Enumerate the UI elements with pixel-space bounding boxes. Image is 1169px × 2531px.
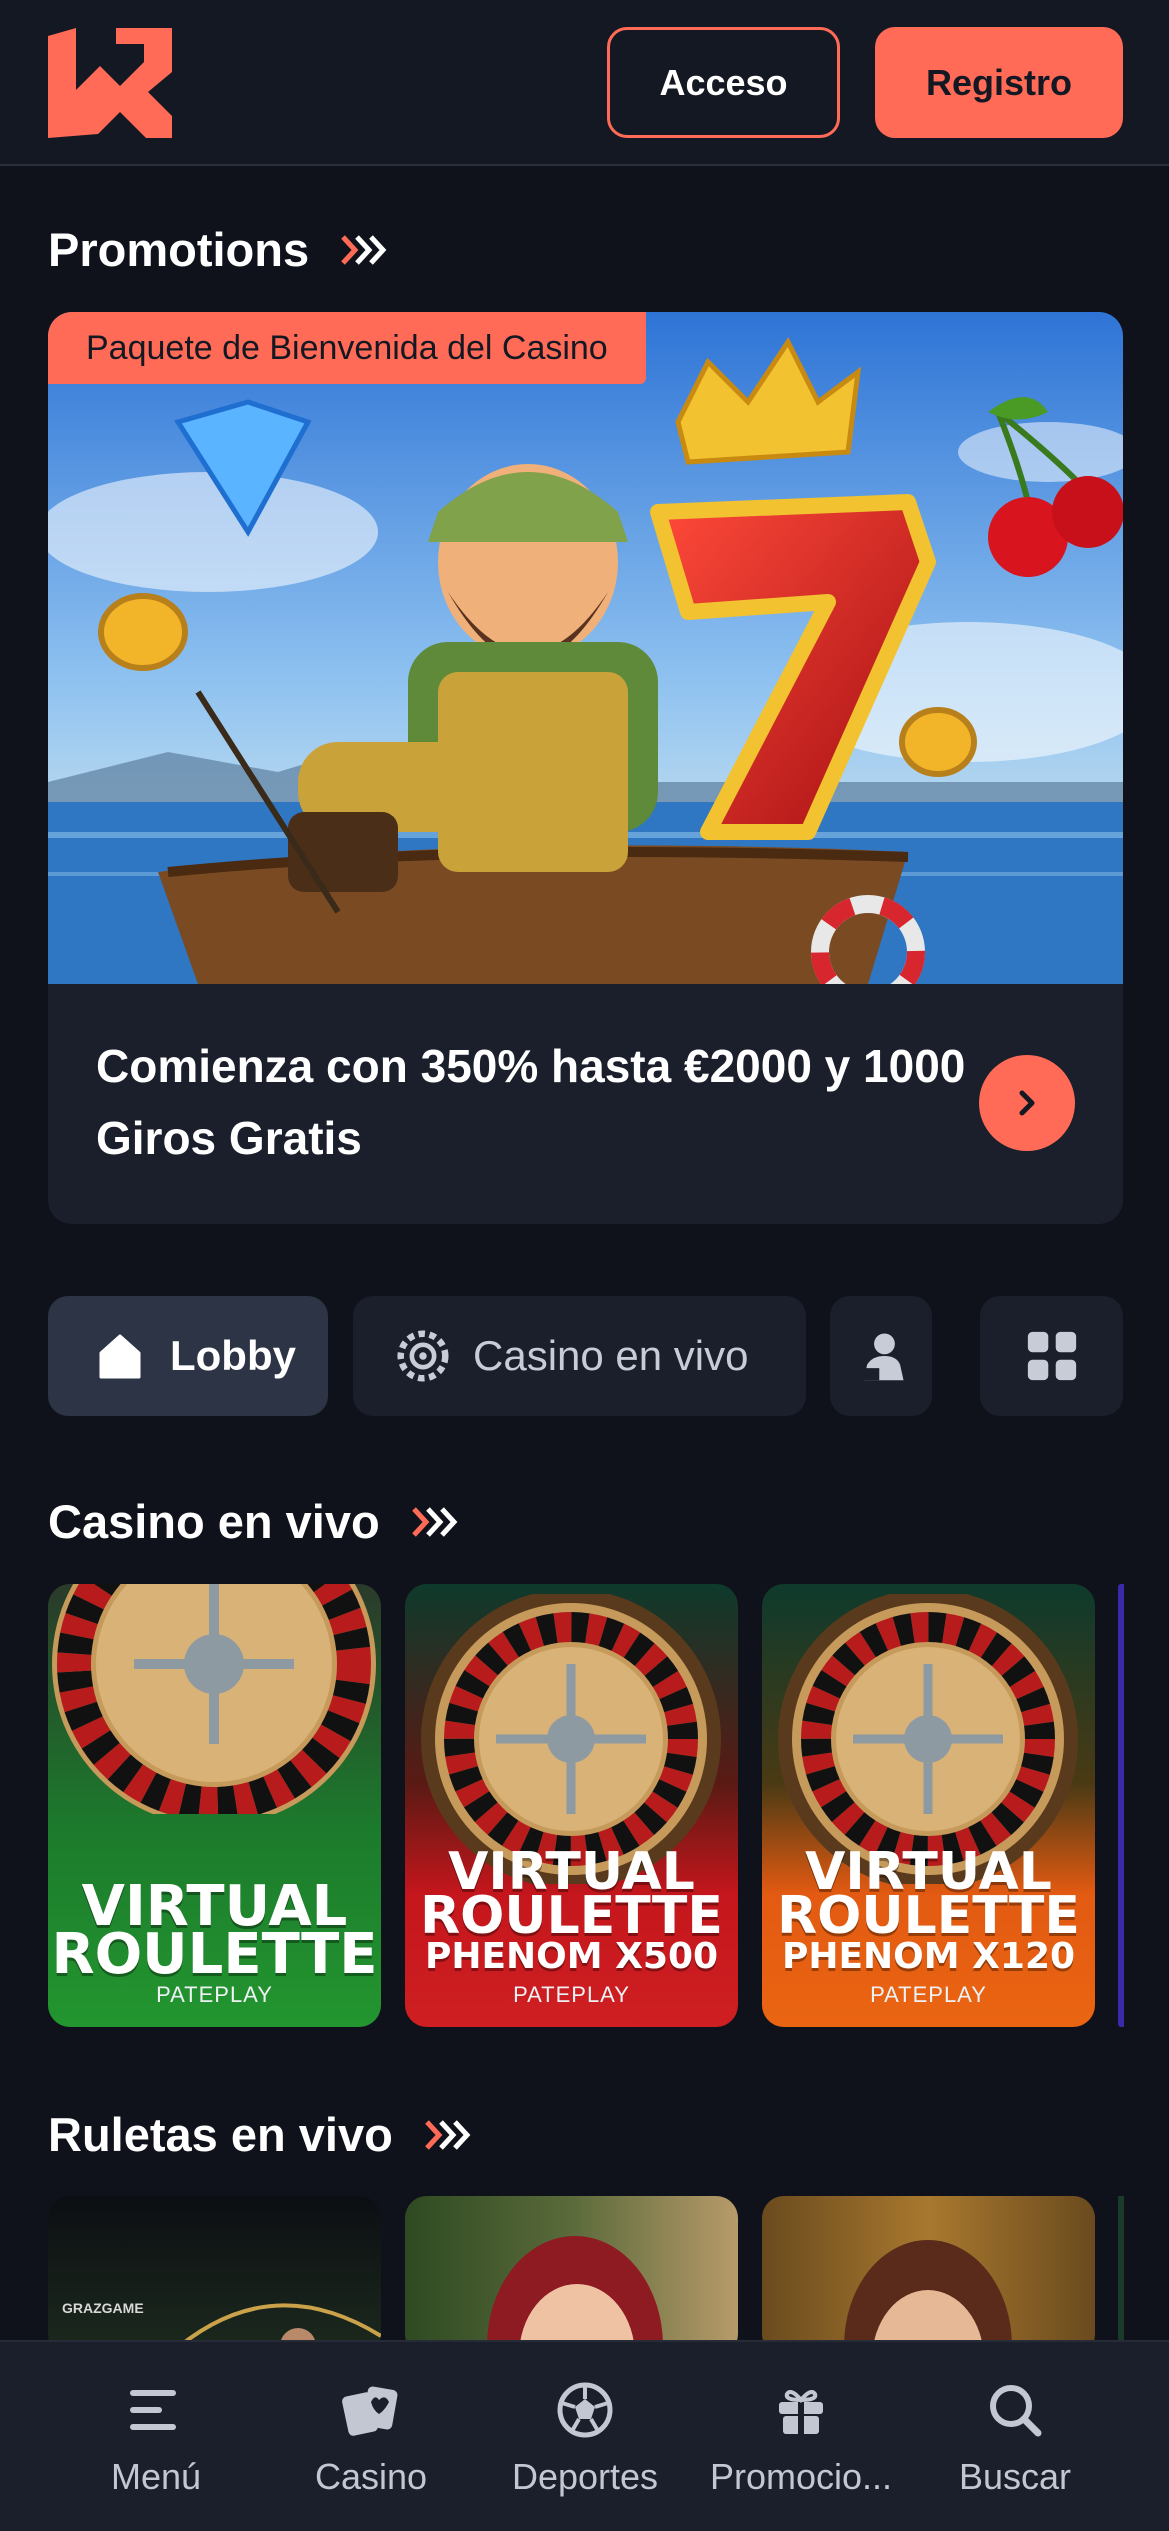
tab-all-categories[interactable]	[980, 1296, 1123, 1416]
dealer-photo	[487, 2236, 663, 2356]
tab-live-casino[interactable]: Casino en vivo	[353, 1296, 806, 1416]
game-title-line: PHENOM X120	[781, 1936, 1076, 1977]
live-casino-heading[interactable]: Casino en vivo	[48, 1494, 460, 1549]
game-title-line: PHENOM X500	[424, 1936, 719, 1977]
tab-lobby[interactable]: Lobby	[48, 1296, 328, 1416]
roulette-wheel-icon	[397, 1330, 449, 1382]
live-game-card-partial[interactable]	[1118, 2196, 1124, 2356]
dealer-table-image	[166, 2303, 381, 2356]
nav-sports[interactable]: Deportes	[477, 2342, 693, 2531]
nav-label: Casino	[314, 2456, 428, 2497]
roulette-wheel-image	[421, 1594, 721, 1884]
dealer-photo	[844, 2240, 1012, 2356]
gift-icon	[769, 2378, 833, 2442]
promotions-heading[interactable]: Promotions	[48, 222, 389, 277]
register-button[interactable]: Registro	[875, 27, 1123, 138]
live-game-card[interactable]	[405, 2196, 738, 2356]
tab-label: Lobby	[170, 1332, 296, 1379]
nav-casino[interactable]: Casino	[263, 2342, 479, 2531]
chevrons-right-icon	[339, 233, 389, 267]
menu-icon	[124, 2378, 188, 2442]
chevrons-right-icon	[423, 2118, 473, 2152]
nav-promotions[interactable]: Promocio...	[693, 2342, 909, 2531]
promotions-title: Promotions	[48, 223, 310, 276]
cards-icon	[339, 2378, 403, 2442]
brand-logo[interactable]	[48, 28, 172, 138]
game-card-partial[interactable]	[1118, 1584, 1124, 2027]
soccer-ball-icon	[553, 2378, 617, 2442]
chevron-right-icon	[1019, 1090, 1035, 1116]
live-game-card[interactable]: GRAZGAME	[48, 2196, 381, 2356]
game-title-line: ROULETTE	[51, 1922, 378, 1987]
game-card[interactable]: VIRTUAL ROULETTE PHENOM X500 PATEPLAY	[405, 1584, 738, 2027]
tab-live-dealer[interactable]	[830, 1296, 932, 1416]
home-icon	[94, 1330, 146, 1382]
chevrons-right-icon	[410, 1505, 460, 1539]
nav-label: Menú	[110, 2456, 202, 2497]
live-roulettes-title: Ruletas en vivo	[48, 2108, 393, 2161]
promo-open-button[interactable]	[979, 1055, 1075, 1151]
promo-card[interactable]: Paquete de Bienvenida del Casino Comienz…	[48, 312, 1123, 1224]
game-provider: PATEPLAY	[513, 1982, 630, 2007]
search-icon	[983, 2378, 1047, 2442]
top-header: Acceso Registro	[0, 0, 1169, 166]
roulette-wheel-image	[778, 1594, 1078, 1884]
promo-banner-image: Paquete de Bienvenida del Casino	[48, 312, 1123, 1009]
tab-label: Casino en vivo	[473, 1332, 749, 1379]
live-casino-title: Casino en vivo	[48, 1495, 380, 1548]
nav-label: Buscar	[958, 2456, 1072, 2497]
promo-tag: Paquete de Bienvenida del Casino	[48, 312, 646, 384]
game-card[interactable]: VIRTUAL ROULETTE PHENOM X120 PATEPLAY	[762, 1584, 1095, 2027]
dealer-icon	[855, 1330, 907, 1382]
game-card[interactable]: VIRTUAL ROULETTE PATEPLAY	[48, 1584, 381, 2027]
game-provider: PATEPLAY	[156, 1982, 273, 2007]
live-game-card[interactable]	[762, 2196, 1095, 2356]
game-provider: PATEPLAY	[870, 1982, 987, 2007]
bottom-navigation: Menú Casino Deportes Promocio... Buscar	[0, 2340, 1169, 2531]
nav-label: Promocio...	[709, 2456, 893, 2497]
promo-description: Comienza con 350% hasta €2000 y 1000 Gir…	[96, 1040, 966, 1164]
nav-menu[interactable]: Menú	[48, 2342, 264, 2531]
live-roulettes-heading[interactable]: Ruletas en vivo	[48, 2107, 473, 2162]
grid-icon	[1026, 1330, 1078, 1382]
roulette-wheel-image	[52, 1584, 376, 1814]
nav-label: Deportes	[511, 2456, 659, 2497]
nav-search[interactable]: Buscar	[907, 2342, 1123, 2531]
login-button[interactable]: Acceso	[607, 27, 840, 138]
